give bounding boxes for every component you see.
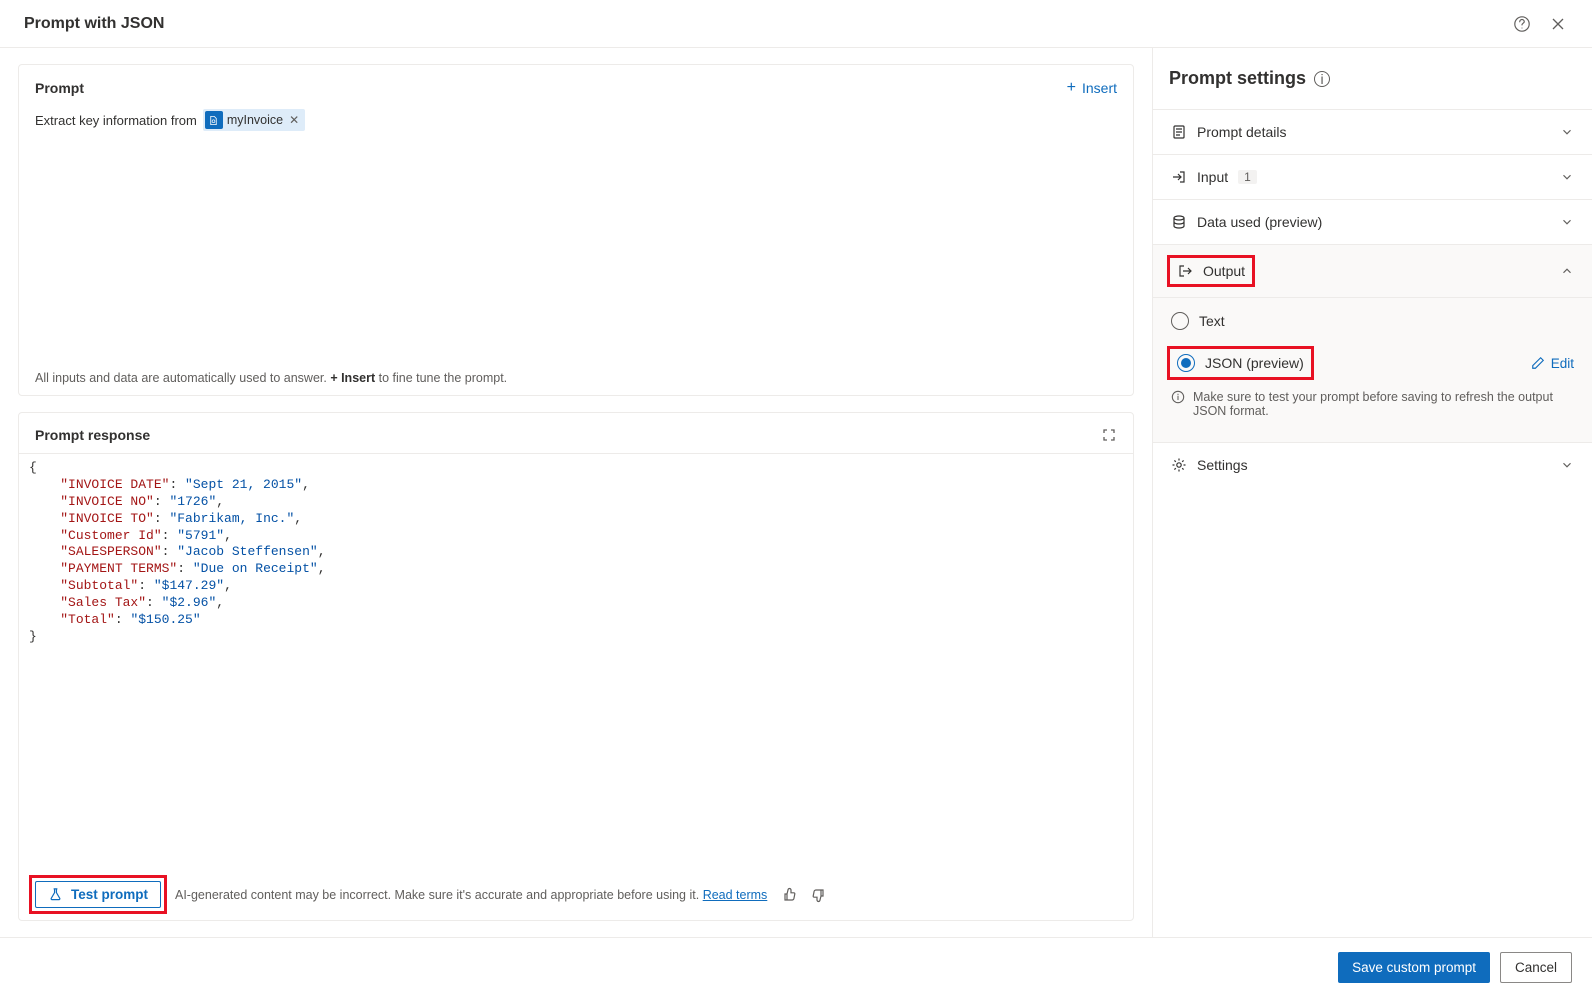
radio-checked-icon [1177,354,1195,372]
input-icon [1171,169,1187,185]
input-chip[interactable]: myInvoice ✕ [203,109,305,131]
dialog-footer: Save custom prompt Cancel [0,937,1592,997]
prompt-text: Extract key information from [35,113,197,128]
response-json-output: { "INVOICE DATE": "Sept 21, 2015", "INVO… [19,453,1133,869]
output-note: Make sure to test your prompt before sav… [1171,386,1574,424]
prompt-card-title: Prompt [35,80,84,96]
close-icon[interactable] [1548,14,1568,34]
sidebar-title: Prompt settings i [1153,48,1592,109]
output-icon [1177,263,1193,279]
test-prompt-button[interactable]: Test prompt [35,881,161,908]
thumbs-up-icon[interactable] [781,887,797,903]
details-icon [1171,124,1187,140]
chip-remove-icon[interactable]: ✕ [287,113,301,127]
pencil-icon [1531,356,1545,370]
section-prompt-details[interactable]: Prompt details [1153,110,1592,154]
read-terms-link[interactable]: Read terms [703,888,768,902]
plus-icon: + [1067,79,1076,97]
dialog-title: Prompt with JSON [24,15,164,33]
ai-disclaimer: AI-generated content may be incorrect. M… [175,888,767,902]
input-count-badge: 1 [1238,170,1257,184]
expand-icon[interactable] [1101,427,1117,443]
flask-icon [48,887,63,902]
section-input[interactable]: Input 1 [1153,155,1592,199]
thumbs-down-icon[interactable] [811,887,827,903]
chip-label: myInvoice [227,113,283,127]
prompt-hint: All inputs and data are automatically us… [35,361,1117,385]
gear-icon [1171,457,1187,473]
insert-button[interactable]: + Insert [1067,79,1117,97]
section-settings[interactable]: Settings [1153,443,1592,487]
help-icon[interactable] [1512,14,1532,34]
document-icon [205,111,223,129]
edit-output-button[interactable]: Edit [1531,356,1574,371]
chevron-down-icon [1560,215,1574,229]
info-icon[interactable]: i [1314,71,1330,87]
dialog-header: Prompt with JSON [0,0,1592,48]
settings-sidebar: Prompt settings i Prompt details [1152,48,1592,937]
info-icon [1171,390,1185,404]
prompt-editor[interactable]: Extract key information from myInvoice ✕… [19,105,1133,395]
output-option-text[interactable]: Text [1171,302,1574,340]
test-prompt-label: Test prompt [71,887,148,902]
chevron-down-icon [1560,170,1574,184]
insert-label: Insert [1082,80,1117,96]
chevron-up-icon [1560,264,1574,278]
cancel-button[interactable]: Cancel [1500,952,1572,983]
save-button[interactable]: Save custom prompt [1338,952,1490,983]
data-icon [1171,214,1187,230]
prompt-card: Prompt + Insert Extract key information … [18,64,1134,396]
response-card: Prompt response { "INVOICE DATE": "Sept … [18,412,1134,921]
section-output[interactable]: Output [1153,245,1592,297]
chevron-down-icon [1560,125,1574,139]
section-data-used[interactable]: Data used (preview) [1153,200,1592,244]
radio-unchecked-icon [1171,312,1189,330]
output-option-json[interactable]: JSON (preview) Edit [1171,340,1574,386]
chevron-down-icon [1560,458,1574,472]
response-card-title: Prompt response [35,427,150,443]
